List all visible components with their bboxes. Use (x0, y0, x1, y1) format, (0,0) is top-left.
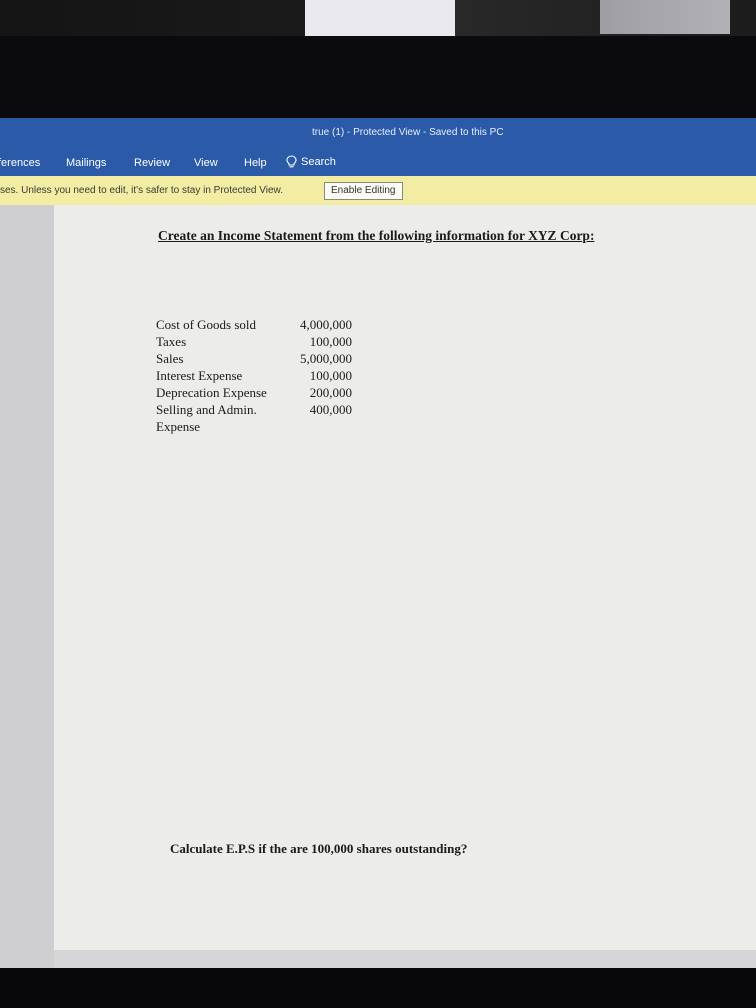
tab-mailings[interactable]: Mailings (66, 157, 106, 169)
eps-question: Calculate E.P.S if the are 100,000 share… (170, 841, 468, 856)
tab-help[interactable]: Help (244, 157, 267, 169)
list-item: Selling and Admin. 400,000 (156, 401, 352, 418)
item-value (288, 418, 352, 435)
item-value: 100,000 (309, 334, 352, 349)
document-page: Create an Income Statement from the foll… (54, 205, 756, 950)
item-value: 200,000 (309, 385, 352, 400)
list-item: Cost of Goods sold 4,000,000 (156, 316, 352, 333)
document-bottom-area (54, 950, 756, 968)
ribbon-tabs: ferences Mailings Review View Help Searc… (0, 148, 756, 176)
document-heading: Create an Income Statement from the foll… (158, 228, 595, 243)
list-item: Sales 5,000,000 (156, 350, 352, 367)
tab-search[interactable]: Search (286, 155, 336, 168)
item-value: 4,000,000 (300, 317, 352, 332)
item-value: 100,000 (309, 368, 352, 383)
item-value: 400,000 (309, 402, 352, 417)
item-label: Interest Expense (156, 368, 243, 383)
tab-review[interactable]: Review (134, 157, 170, 169)
search-label: Search (301, 155, 336, 168)
protected-view-message: ses. Unless you need to edit, it's safer… (0, 185, 283, 196)
title-bar: true (1) - Protected View - Saved to thi… (0, 118, 756, 148)
expense-list: Cost of Goods sold 4,000,000 Taxes 100,0… (156, 316, 352, 435)
tab-view[interactable]: View (194, 157, 218, 169)
monitor-bezel-bottom (0, 968, 756, 1008)
document-gutter (0, 205, 54, 968)
monitor-bezel (0, 36, 756, 122)
list-item: Interest Expense 100,000 (156, 367, 352, 384)
item-value: 5,000,000 (300, 351, 352, 366)
window-title: true (1) - Protected View - Saved to thi… (312, 127, 504, 138)
list-item: Taxes 100,000 (156, 333, 352, 350)
window-glare (600, 0, 730, 34)
item-label: Sales (156, 351, 184, 366)
protected-view-bar: ses. Unless you need to edit, it's safer… (0, 176, 756, 205)
lightbulb-search-icon (286, 155, 297, 168)
word-window: true (1) - Protected View - Saved to thi… (0, 118, 756, 968)
tab-references[interactable]: ferences (0, 157, 40, 169)
window-glare (305, 0, 455, 38)
list-item: Deprecation Expense 200,000 (156, 384, 352, 401)
enable-editing-button[interactable]: Enable Editing (324, 182, 403, 200)
list-item: Expense (156, 418, 352, 435)
item-label: Cost of Goods sold (156, 317, 257, 332)
item-label: Expense (156, 419, 201, 434)
item-label: Selling and Admin. (156, 402, 257, 417)
item-label: Taxes (156, 334, 187, 349)
item-label: Deprecation Expense (156, 385, 267, 400)
